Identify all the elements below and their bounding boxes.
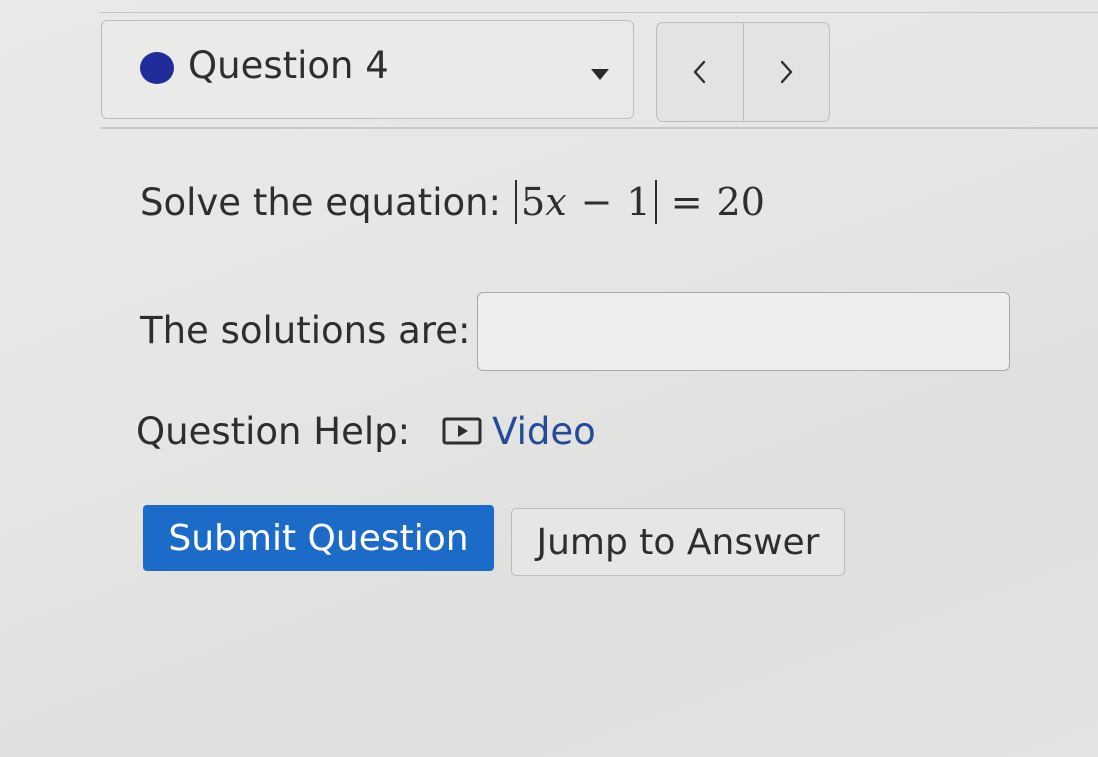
question-help: Question Help: Video xyxy=(136,403,596,459)
question-prompt: Solve the equation: 5 x − 1 = 20 xyxy=(140,172,765,232)
absolute-value-bar-left xyxy=(515,180,518,224)
question-status-dot xyxy=(140,52,174,84)
header-divider xyxy=(100,127,1098,129)
equation-rhs: 20 xyxy=(716,180,765,224)
chevron-left-icon xyxy=(693,60,705,84)
equation-variable: x xyxy=(545,180,567,224)
prompt-text: Solve the equation: xyxy=(140,180,502,224)
top-divider xyxy=(100,12,1098,13)
equation-coefficient: 5 xyxy=(521,180,546,224)
equation-constant: 1 xyxy=(626,180,651,224)
caret-down-icon xyxy=(591,69,609,80)
submit-question-button[interactable]: Submit Question xyxy=(143,505,494,571)
jump-to-answer-button[interactable]: Jump to Answer xyxy=(511,508,845,576)
solutions-row: The solutions are: xyxy=(140,290,470,370)
play-video-icon xyxy=(442,417,482,445)
equation-operator: − xyxy=(580,180,613,224)
answer-input[interactable] xyxy=(477,292,1010,371)
equation: 5 x − 1 = 20 xyxy=(515,180,765,224)
question-selector-dropdown[interactable]: Question 4 xyxy=(101,20,634,119)
equation-equals: = xyxy=(670,180,703,224)
absolute-value-bar-right xyxy=(654,180,657,224)
next-question-button[interactable] xyxy=(742,23,830,121)
chevron-right-icon xyxy=(781,60,793,84)
previous-question-button[interactable] xyxy=(657,23,743,121)
question-help-label: Question Help: xyxy=(136,409,411,453)
question-nav-group xyxy=(656,22,830,122)
video-link-label: Video xyxy=(492,409,596,453)
solutions-label: The solutions are: xyxy=(140,308,471,352)
question-selector-label: Question 4 xyxy=(188,44,389,87)
video-help-link[interactable]: Video xyxy=(442,410,596,453)
